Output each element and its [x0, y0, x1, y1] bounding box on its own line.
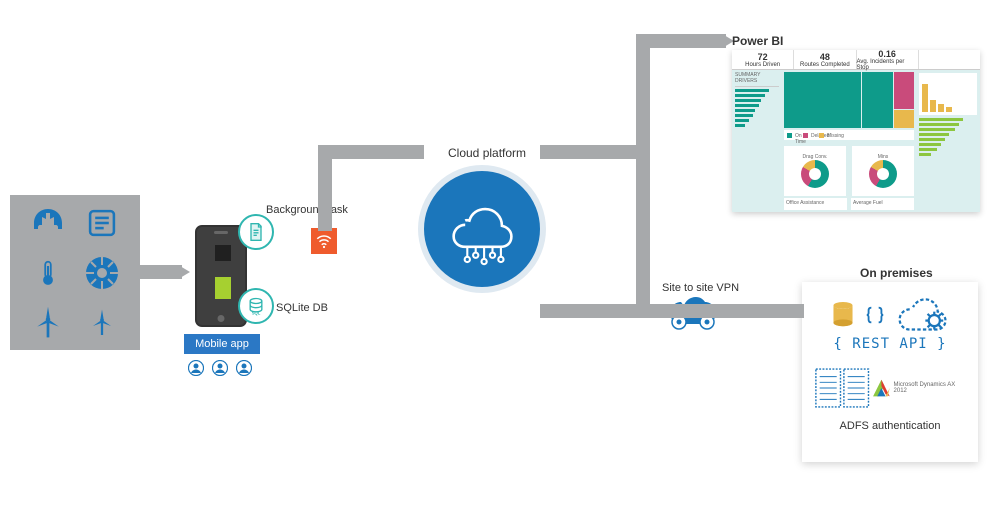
svg-text:SQL: SQL — [252, 310, 261, 315]
connector — [636, 34, 726, 48]
code-braces-icon — [864, 304, 886, 326]
adfs-label: ADFS authentication — [814, 420, 966, 432]
source-devices-panel — [10, 195, 140, 350]
turbine-icon — [82, 253, 122, 293]
server-rack-icon — [814, 366, 842, 410]
windmill-icon — [28, 303, 68, 343]
document-icon — [238, 214, 274, 250]
dynamics-logo-icon: Microsoft Dynamics AX 2012 — [871, 377, 966, 399]
badge-icon — [82, 203, 122, 243]
pbi-left-bars: SUMMARY DRIVERS — [732, 70, 782, 212]
user-icon — [236, 360, 252, 376]
power-bi-label: Power BI — [732, 34, 783, 48]
helmet-icon — [28, 203, 68, 243]
sql-database-icon: SQL — [238, 288, 274, 324]
windmill-icon — [82, 303, 122, 343]
pbi-center: On TimeDelayedMissing Drag Conv. Mins Of… — [782, 70, 916, 212]
user-icon — [188, 360, 204, 376]
connector — [540, 304, 804, 318]
pbi-kpi-row: 72Hours Driven 48Routes Completed 0.16Av… — [732, 50, 980, 70]
connector — [636, 145, 650, 318]
cloud-gear-icon — [894, 296, 950, 334]
mobile-app-label: Mobile app — [184, 334, 260, 354]
pbi-right-bars — [916, 70, 980, 212]
mobile-users — [188, 360, 252, 376]
connector — [636, 34, 650, 154]
sqlite-db-label: SQLite DB — [276, 302, 328, 314]
user-icon — [212, 360, 228, 376]
pbi-donut — [869, 160, 897, 188]
pbi-donut — [801, 160, 829, 188]
background-task-label: Background task — [266, 204, 348, 216]
cloud-network-icon — [418, 165, 546, 293]
on-premises-label: On premises — [860, 266, 933, 280]
thermometer-icon — [28, 253, 68, 293]
rest-api-label: { REST API } — [814, 336, 966, 352]
connector — [140, 265, 182, 279]
server-rack-icon — [842, 366, 870, 410]
connector — [318, 145, 424, 159]
on-premises-panel: { REST API } Microsoft Dynamics AX 2012 … — [802, 282, 978, 462]
sql-server-icon — [830, 300, 856, 330]
power-bi-dashboard: 72Hours Driven 48Routes Completed 0.16Av… — [732, 50, 980, 212]
pbi-treemap — [784, 72, 914, 128]
wifi-icon — [311, 228, 337, 254]
vpn-label: Site to site VPN — [662, 282, 739, 294]
connector — [540, 145, 650, 159]
cloud-platform-label: Cloud platform — [448, 146, 526, 160]
